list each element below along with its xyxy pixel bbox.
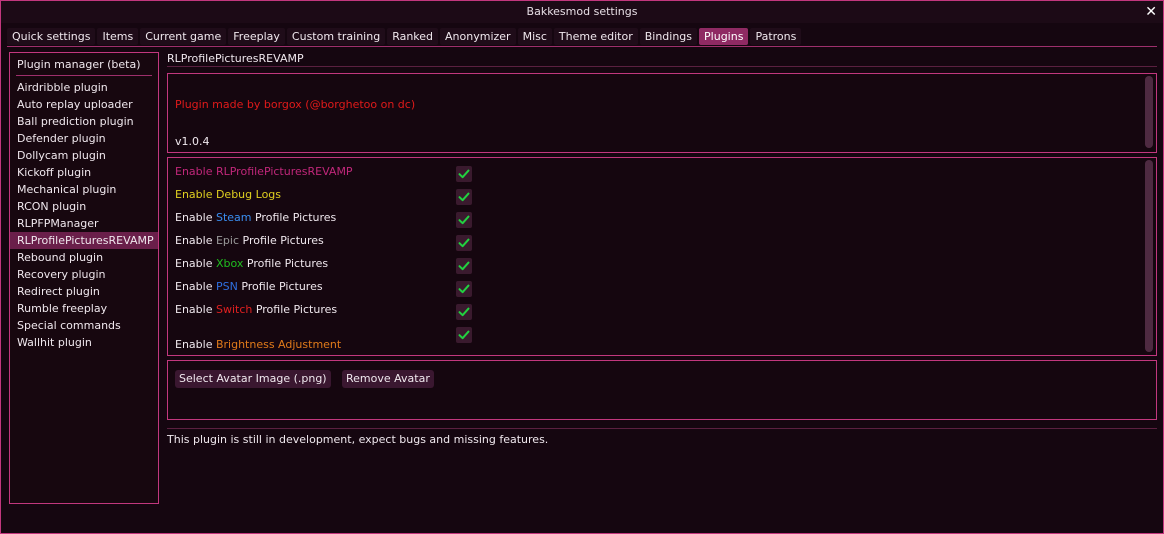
option-label: Enable Debug Logs — [175, 188, 281, 202]
sidebar-item-rlpfpmanager[interactable]: RLPFPManager — [10, 215, 158, 232]
option-label-part: Profile Pictures — [243, 257, 329, 270]
option-label-part: Enable — [175, 338, 216, 351]
tab-patrons[interactable]: Patrons — [750, 28, 802, 45]
tab-divider — [7, 46, 1157, 47]
sidebar-item-rumble-freeplay[interactable]: Rumble freeplay — [10, 300, 158, 317]
tab-items[interactable]: Items — [97, 28, 139, 45]
checkmark-icon — [458, 192, 470, 202]
plugin-options-panel: Enable RLProfilePicturesREVAMP Enable Deb… — [167, 157, 1157, 356]
avatar-panel: Select Avatar Image (.png) Remove Avatar — [167, 360, 1157, 420]
sidebar-item-auto-replay-uploader[interactable]: Auto replay uploader — [10, 96, 158, 113]
option-label-part: Steam — [215, 211, 252, 224]
select-avatar-button[interactable]: Select Avatar Image (.png) — [175, 370, 331, 388]
title-bar: Bakkesmod settings ✕ — [1, 1, 1163, 23]
option-label: Enable Xbox Profile Pictures — [175, 257, 328, 271]
options-scroll-thumb[interactable] — [1145, 160, 1153, 352]
option-label-part: Profile Pictures — [239, 234, 324, 247]
plugin-credit: Plugin made by borgox (@borghetoo on dc) — [175, 98, 416, 111]
option-label-part: Enable — [175, 257, 216, 270]
option-label-part: Switch — [215, 303, 253, 316]
info-scroll-thumb[interactable] — [1145, 76, 1153, 148]
sidebar-item-defender-plugin[interactable]: Defender plugin — [10, 130, 158, 147]
sidebar-divider — [16, 75, 152, 76]
title-divider — [167, 66, 1157, 67]
sidebar-item-kickoff-plugin[interactable]: Kickoff plugin — [10, 164, 158, 181]
sidebar-header[interactable]: Plugin manager (beta) — [10, 53, 158, 75]
tab-ranked[interactable]: Ranked — [387, 28, 439, 45]
checkmark-icon — [458, 261, 470, 271]
sidebar-item-mechanical-plugin[interactable]: Mechanical plugin — [10, 181, 158, 198]
sidebar-item-rebound-plugin[interactable]: Rebound plugin — [10, 249, 158, 266]
option-label-part: Enable — [175, 211, 216, 224]
option-label-part: Enable — [175, 280, 216, 293]
plugin-list: Airdribble plugin Auto replay uploader Bal… — [10, 79, 158, 351]
window-title: Bakkesmod settings — [526, 5, 638, 18]
tab-bar: Quick settings Items Current game Freeplay C… — [7, 28, 802, 46]
option-label-part: Profile Pictures — [252, 303, 338, 316]
option-label-part: Brightness Adjustment — [215, 338, 342, 351]
checkmark-icon — [458, 238, 470, 248]
option-label: Enable Steam Profile Pictures — [175, 211, 336, 225]
option-checkbox[interactable] — [456, 189, 472, 205]
sidebar-item-wallhit-plugin[interactable]: Wallhit plugin — [10, 334, 158, 351]
plugin-title: RLProfilePicturesREVAMP — [167, 52, 304, 65]
tab-misc[interactable]: Misc — [517, 28, 552, 45]
option-label: Enable Switch Profile Pictures — [175, 303, 337, 317]
option-checkbox[interactable] — [456, 258, 472, 274]
option-label-part: Enable — [175, 234, 216, 247]
option-label: Enable Brightness Adjustment — [175, 338, 341, 352]
plugin-info-panel: Plugin made by borgox (@borghetoo on dc)… — [167, 73, 1157, 153]
option-checkbox[interactable] — [456, 304, 472, 320]
checkmark-icon — [458, 169, 470, 179]
sidebar-item-airdribble-plugin[interactable]: Airdribble plugin — [10, 79, 158, 96]
sidebar-item-special-commands[interactable]: Special commands — [10, 317, 158, 334]
option-label-part: Profile Pictures — [237, 280, 323, 293]
plugin-settings-area: RLProfilePicturesREVAMP Plugin made by b… — [167, 52, 1157, 446]
option-label-part: Epic — [215, 234, 240, 247]
option-label-part: Enable — [175, 303, 216, 316]
tab-anonymizer[interactable]: Anonymizer — [440, 28, 516, 45]
plugin-manager-sidebar: Plugin manager (beta) Airdribble plugin A… — [9, 52, 159, 504]
sidebar-item-rlprofilepicturesrevamp[interactable]: RLProfilePicturesREVAMP — [10, 232, 158, 249]
checkmark-icon — [458, 284, 470, 294]
option-label: Enable PSN Profile Pictures — [175, 280, 323, 294]
settings-window: Bakkesmod settings ✕ Quick settings Items… — [0, 0, 1164, 534]
options-scrollbar[interactable] — [1145, 160, 1153, 352]
checkmark-icon — [458, 215, 470, 225]
tab-freeplay[interactable]: Freeplay — [228, 28, 285, 45]
option-checkbox[interactable] — [456, 235, 472, 251]
sidebar-item-rcon-plugin[interactable]: RCON plugin — [10, 198, 158, 215]
tab-theme-editor[interactable]: Theme editor — [553, 28, 638, 45]
option-checkbox[interactable] — [456, 166, 472, 182]
info-scrollbar[interactable] — [1145, 76, 1153, 148]
option-checkbox[interactable] — [456, 281, 472, 297]
remove-avatar-button[interactable]: Remove Avatar — [342, 370, 434, 388]
option-label-part: Profile Pictures — [251, 211, 337, 224]
plugin-version: v1.0.4 — [175, 135, 210, 148]
sidebar-item-dollycam-plugin[interactable]: Dollycam plugin — [10, 147, 158, 164]
checkmark-icon — [458, 330, 470, 340]
tab-current-game[interactable]: Current game — [140, 28, 227, 45]
tab-plugins[interactable]: Plugins — [699, 28, 749, 45]
note-divider — [167, 428, 1157, 429]
sidebar-item-ball-prediction-plugin[interactable]: Ball prediction plugin — [10, 113, 158, 130]
option-label-part: Enable RLProfilePicturesREVAMP — [175, 165, 353, 178]
option-label-part: Enable Debug Logs — [175, 188, 282, 201]
tab-bindings[interactable]: Bindings — [639, 28, 698, 45]
option-checkbox[interactable] — [456, 212, 472, 228]
sidebar-item-recovery-plugin[interactable]: Recovery plugin — [10, 266, 158, 283]
option-label-part: PSN — [215, 280, 238, 293]
option-label: Enable Epic Profile Pictures — [175, 234, 324, 248]
sidebar-item-redirect-plugin[interactable]: Redirect plugin — [10, 283, 158, 300]
option-label: Enable RLProfilePicturesREVAMP — [175, 165, 353, 179]
development-note: This plugin is still in development, exp… — [167, 433, 549, 446]
option-checkbox[interactable] — [456, 327, 472, 343]
checkmark-icon — [458, 307, 470, 317]
tab-quick-settings[interactable]: Quick settings — [7, 28, 96, 45]
option-label-part: Xbox — [215, 257, 244, 270]
close-icon[interactable]: ✕ — [1145, 1, 1157, 23]
tab-custom-training[interactable]: Custom training — [286, 28, 386, 45]
